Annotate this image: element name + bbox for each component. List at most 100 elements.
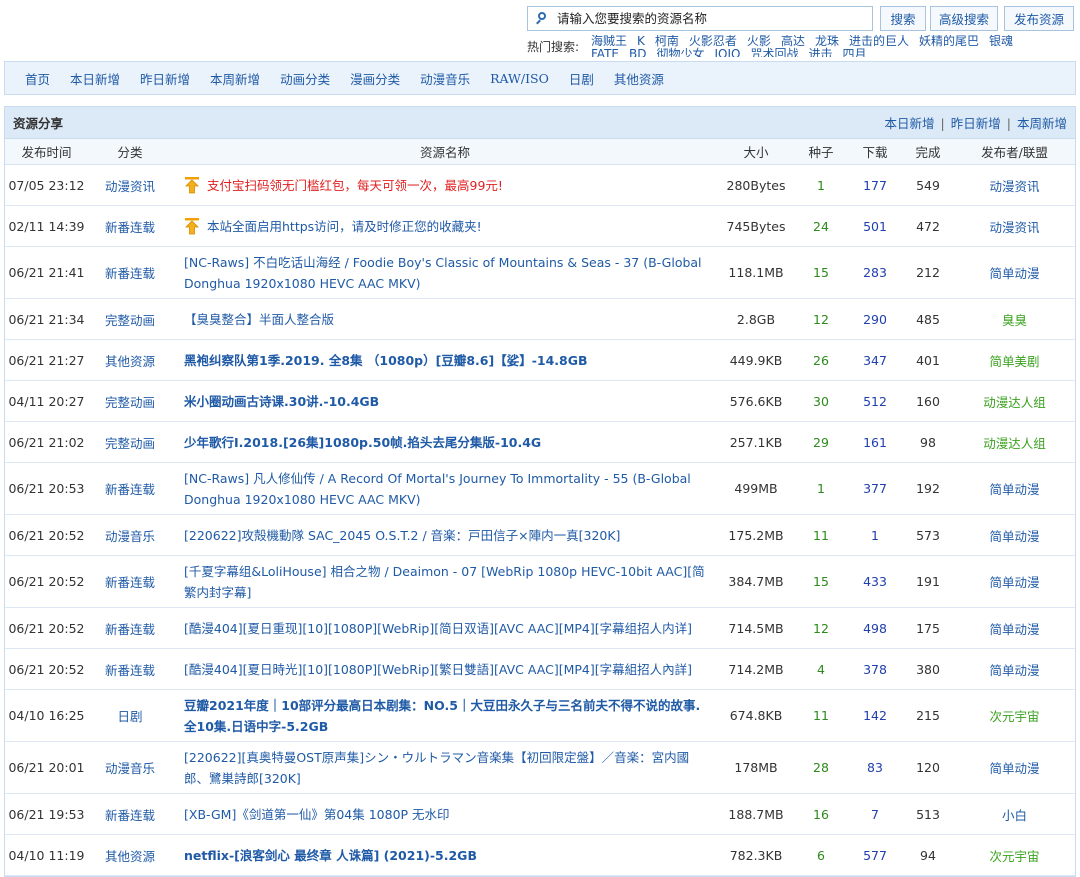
nav-today-new[interactable]: 本日新增 bbox=[70, 69, 120, 88]
resource-name-link[interactable]: 少年歌行Ⅰ.2018.[26集]1080p.50帧.掐头去尾分集版-10.4G bbox=[184, 435, 541, 450]
cell-downloads[interactable]: 290 bbox=[848, 298, 902, 340]
cell-category[interactable]: 新番连载 bbox=[88, 793, 172, 835]
cell-publisher[interactable]: 次元宇宙 bbox=[954, 834, 1075, 876]
cell-downloads[interactable]: 283 bbox=[848, 246, 902, 299]
col-header-completed[interactable]: 完成 bbox=[902, 139, 954, 165]
table-row[interactable]: 04/10 16:25 日剧 豆瓣2021年度｜10部评分最高日本剧集：NO.5｜大… bbox=[5, 689, 1075, 742]
nav-jdrama[interactable]: 日剧 bbox=[569, 69, 594, 88]
cell-category[interactable]: 动漫资讯 bbox=[88, 164, 172, 206]
cell-publisher[interactable]: 简单动漫 bbox=[954, 246, 1075, 299]
resource-name-link[interactable]: 本站全面启用https访问，请及时修正您的收藏夹! bbox=[207, 219, 482, 234]
advanced-search-button[interactable]: 高级搜索 bbox=[930, 6, 998, 31]
publish-resource-button[interactable]: 发布资源 bbox=[1004, 6, 1074, 31]
cell-publisher[interactable]: 简单动漫 bbox=[954, 555, 1075, 608]
cell-publisher[interactable]: 简单动漫 bbox=[954, 514, 1075, 556]
link-yesterday-new[interactable]: 昨日新增 bbox=[951, 116, 1001, 131]
cell-category[interactable]: 新番连载 bbox=[88, 648, 172, 690]
col-header-seeds[interactable]: 种子 bbox=[794, 139, 848, 165]
hot-keyword-link[interactable]: JOJO bbox=[715, 47, 741, 58]
search-input[interactable] bbox=[555, 10, 859, 27]
cell-category[interactable]: 完整动画 bbox=[88, 298, 172, 340]
col-header-publisher[interactable]: 发布者/联盟 bbox=[954, 139, 1075, 165]
link-week-new[interactable]: 本周新增 bbox=[1017, 116, 1067, 131]
cell-publisher[interactable]: 简单动漫 bbox=[954, 607, 1075, 649]
nav-manga[interactable]: 漫画分类 bbox=[350, 69, 400, 88]
table-row[interactable]: 06/21 19:53 新番连载 [XB-GM]《剑道第一仙》第04集 1080P … bbox=[5, 793, 1075, 835]
cell-publisher[interactable]: 动漫资讯 bbox=[954, 164, 1075, 206]
cell-downloads[interactable]: 161 bbox=[848, 421, 902, 463]
nav-yesterday-new[interactable]: 昨日新增 bbox=[140, 69, 190, 88]
resource-name-link[interactable]: [220622][真奥特曼OST原声集]シン・ウルトラマン音楽集【初回限定盤】／… bbox=[184, 750, 689, 786]
cell-category[interactable]: 新番连载 bbox=[88, 246, 172, 299]
resource-name-link[interactable]: [NC-Raws] 不白吃话山海经 / Foodie Boy's Classic… bbox=[184, 255, 702, 291]
cell-publisher[interactable]: 简单动漫 bbox=[954, 648, 1075, 690]
cell-downloads[interactable]: 512 bbox=[848, 380, 902, 422]
table-row[interactable]: 04/11 20:27 完整动画 米小圈动画古诗课.30讲.-10.4GB 576.6… bbox=[5, 380, 1075, 422]
table-row[interactable]: 06/21 20:52 新番连载 [酷漫404][夏日重现][10][1080P][… bbox=[5, 607, 1075, 649]
hot-keyword-link[interactable]: 彻物少女 bbox=[656, 47, 704, 58]
table-row[interactable]: 07/05 23:12 动漫资讯 支付宝扫码领无门槛红包，每天可领一次，最高99元!… bbox=[5, 164, 1075, 206]
hot-keyword-link[interactable]: 进击 bbox=[808, 47, 832, 58]
nav-raw-iso[interactable]: RAW/ISO bbox=[490, 71, 549, 86]
cell-downloads[interactable]: 433 bbox=[848, 555, 902, 608]
resource-name-link[interactable]: 米小圈动画古诗课.30讲.-10.4GB bbox=[184, 394, 379, 409]
cell-category[interactable]: 日剧 bbox=[88, 689, 172, 742]
col-header-name[interactable]: 资源名称 bbox=[172, 139, 718, 165]
cell-publisher[interactable]: 简单美剧 bbox=[954, 339, 1075, 381]
cell-publisher[interactable]: 简单动漫 bbox=[954, 462, 1075, 515]
cell-downloads[interactable]: 378 bbox=[848, 648, 902, 690]
resource-name-link[interactable]: [220622]攻殻機動隊 SAC_2045 O.S.T.2 / 音楽：戸田信子… bbox=[184, 528, 620, 543]
table-row[interactable]: 02/11 14:39 新番连载 本站全面启用https访问，请及时修正您的收藏夹!… bbox=[5, 205, 1075, 247]
table-row[interactable]: 06/21 21:02 完整动画 少年歌行Ⅰ.2018.[26集]1080p.50帧… bbox=[5, 421, 1075, 463]
search-box[interactable] bbox=[527, 6, 873, 31]
nav-week-new[interactable]: 本周新增 bbox=[210, 69, 260, 88]
nav-other[interactable]: 其他资源 bbox=[614, 69, 664, 88]
table-row[interactable]: 06/21 20:01 动漫音乐 [220622][真奥特曼OST原声集]シン・ウル… bbox=[5, 741, 1075, 794]
table-row[interactable]: 04/10 11:19 其他资源 netflix-[浪客剑心 最终章 人诛篇] (2… bbox=[5, 834, 1075, 876]
cell-publisher[interactable]: 臭臭 bbox=[954, 298, 1075, 340]
cell-category[interactable]: 新番连载 bbox=[88, 205, 172, 247]
hot-keyword-link[interactable]: FATE bbox=[591, 47, 619, 58]
resource-name-link[interactable]: [酷漫404][夏日重现][10][1080P][WebRip][简日双语][A… bbox=[184, 621, 692, 636]
table-row[interactable]: 06/21 21:41 新番连载 [NC-Raws] 不白吃话山海经 / Foodi… bbox=[5, 246, 1075, 299]
resource-name-link[interactable]: [千夏字幕组&LoliHouse] 相合之物 / Deaimon - 07 [W… bbox=[184, 564, 705, 600]
cell-downloads[interactable]: 7 bbox=[848, 793, 902, 835]
search-button[interactable]: 搜索 bbox=[880, 6, 926, 31]
col-header-downloads[interactable]: 下载 bbox=[848, 139, 902, 165]
table-row[interactable]: 06/21 21:27 其他资源 黑袍纠察队第1季.2019. 全8集 （1080p… bbox=[5, 339, 1075, 381]
link-today-new[interactable]: 本日新增 bbox=[885, 116, 935, 131]
cell-downloads[interactable]: 177 bbox=[848, 164, 902, 206]
cell-category[interactable]: 动漫音乐 bbox=[88, 514, 172, 556]
cell-publisher[interactable]: 简单动漫 bbox=[954, 741, 1075, 794]
hot-keyword-link[interactable]: BD bbox=[629, 47, 646, 58]
table-row[interactable]: 06/21 20:52 新番连载 [酷漫404][夏日時光][10][1080P][… bbox=[5, 648, 1075, 690]
resource-name-link[interactable]: [酷漫404][夏日時光][10][1080P][WebRip][繁日雙語][A… bbox=[184, 662, 692, 677]
hot-keyword-link[interactable]: 四月 bbox=[843, 47, 867, 58]
col-header-date[interactable]: 发布时间 bbox=[5, 139, 88, 165]
cell-category[interactable]: 新番连载 bbox=[88, 462, 172, 515]
cell-downloads[interactable]: 347 bbox=[848, 339, 902, 381]
cell-downloads[interactable]: 83 bbox=[848, 741, 902, 794]
cell-publisher[interactable]: 动漫资讯 bbox=[954, 205, 1075, 247]
resource-name-link[interactable]: 【臭臭整合】半面人整合版 bbox=[184, 312, 334, 327]
nav-music[interactable]: 动漫音乐 bbox=[420, 69, 470, 88]
cell-downloads[interactable]: 498 bbox=[848, 607, 902, 649]
table-row[interactable]: 06/21 20:53 新番连载 [NC-Raws] 凡人修仙传 / A Recor… bbox=[5, 462, 1075, 515]
resource-name-link[interactable]: 黑袍纠察队第1季.2019. 全8集 （1080p）[豆瓣8.6]【娑】-14.… bbox=[184, 353, 588, 368]
hot-keyword-link[interactable]: 妖精的尾巴 bbox=[919, 35, 979, 48]
resource-name-link[interactable]: netflix-[浪客剑心 最终章 人诛篇] (2021)-5.2GB bbox=[184, 848, 477, 863]
hot-keyword-link[interactable]: 银魂 bbox=[989, 35, 1013, 48]
resource-name-link[interactable]: [NC-Raws] 凡人修仙传 / A Record Of Mortal's J… bbox=[184, 471, 691, 507]
cell-category[interactable]: 其他资源 bbox=[88, 834, 172, 876]
cell-category[interactable]: 完整动画 bbox=[88, 421, 172, 463]
cell-downloads[interactable]: 1 bbox=[848, 514, 902, 556]
cell-publisher[interactable]: 小白 bbox=[954, 793, 1075, 835]
table-row[interactable]: 06/21 21:34 完整动画 【臭臭整合】半面人整合版 2.8GB 12 290 485… bbox=[5, 298, 1075, 340]
cell-publisher[interactable]: 动漫达人组 bbox=[954, 421, 1075, 463]
col-header-size[interactable]: 大小 bbox=[718, 139, 794, 165]
cell-downloads[interactable]: 501 bbox=[848, 205, 902, 247]
cell-category[interactable]: 新番连载 bbox=[88, 555, 172, 608]
resource-name-link[interactable]: 支付宝扫码领无门槛红包，每天可领一次，最高99元! bbox=[207, 178, 503, 193]
col-header-category[interactable]: 分类 bbox=[88, 139, 172, 165]
cell-category[interactable]: 完整动画 bbox=[88, 380, 172, 422]
